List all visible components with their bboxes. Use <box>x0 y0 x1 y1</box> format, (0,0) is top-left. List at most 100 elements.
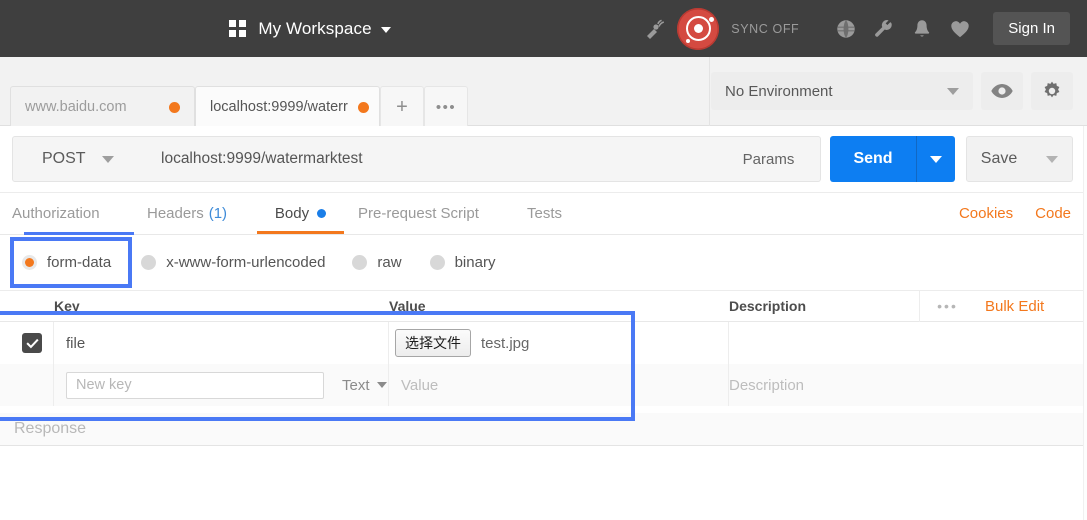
postman-app-window: My Workspace SYNC OFF Sign In www.baidu.… <box>0 0 1087 520</box>
tab-pre-request-script[interactable]: Pre-request Script <box>358 193 479 234</box>
tabstrip-divider <box>709 57 710 126</box>
value-type-label: Text <box>342 376 370 394</box>
workspace-switcher[interactable]: My Workspace <box>0 0 620 57</box>
heart-icon[interactable] <box>941 10 979 48</box>
chevron-down-icon <box>930 155 942 163</box>
form-data-table: Key Value Description ••• Bulk Edit file… <box>0 290 1087 406</box>
gear-icon <box>1044 81 1060 98</box>
body-type-x-www-form-urlencoded[interactable]: x-www-form-urlencoded <box>141 254 325 271</box>
row-checkbox-checked[interactable] <box>22 333 42 353</box>
body-type-label: binary <box>454 254 496 271</box>
response-section-header: Response <box>0 413 1087 446</box>
row-key-value: file <box>66 334 86 352</box>
send-button[interactable]: Send <box>830 136 916 182</box>
bell-icon[interactable] <box>903 10 941 48</box>
body-type-label: x-www-form-urlencoded <box>166 254 326 271</box>
send-options-button[interactable] <box>916 136 955 182</box>
body-type-options: form-data x-www-form-urlencoded raw bina… <box>0 235 1087 291</box>
row-file-value-cell: 选择文件 test.jpg <box>389 322 729 364</box>
row-key-cell[interactable]: file <box>54 322 389 364</box>
header-actions: SYNC OFF Sign In <box>637 0 1087 57</box>
row-trailing-cell <box>919 322 1087 364</box>
http-method-label: POST <box>42 150 86 167</box>
bulk-edit-link[interactable]: Bulk Edit <box>975 298 1087 315</box>
response-label: Response <box>14 420 87 437</box>
eye-icon <box>991 84 1013 98</box>
tab-body[interactable]: Body <box>257 193 344 234</box>
new-row-trailing-cell <box>919 364 1087 406</box>
column-header-key: Key <box>54 298 80 314</box>
http-method-select[interactable]: POST <box>12 136 142 182</box>
caret-down-icon <box>380 26 391 33</box>
save-button[interactable]: Save <box>966 136 1032 182</box>
column-header-description: Description <box>729 298 807 314</box>
chevron-down-icon <box>1045 155 1058 163</box>
workspace-title: My Workspace <box>258 18 372 38</box>
active-tab-underline <box>257 231 344 234</box>
new-row-value-cell[interactable]: Value <box>389 364 729 406</box>
new-row-description-cell[interactable]: Description <box>729 364 919 406</box>
open-request-tabs: www.baidu.com localhost:9999/waterr + ••… <box>10 57 468 127</box>
body-type-raw[interactable]: raw <box>352 254 402 271</box>
unsaved-indicator-dot <box>357 101 369 113</box>
request-tab-strip: www.baidu.com localhost:9999/waterr + ••… <box>0 57 1087 127</box>
postman-logo-icon[interactable] <box>677 7 720 50</box>
radio-unselected-icon <box>352 255 368 270</box>
body-type-form-data[interactable]: form-data <box>22 254 111 271</box>
environment-select[interactable]: No Environment <box>711 72 973 110</box>
new-row-checkbox-cell <box>0 364 54 406</box>
tab-label: Pre-request Script <box>358 205 479 222</box>
new-tab-button[interactable]: + <box>380 86 424 127</box>
request-tab-label: www.baidu.com <box>25 99 127 115</box>
new-key-input[interactable]: New key <box>66 371 324 399</box>
table-row: New key Text Value Description <box>0 364 1087 406</box>
tab-authorization[interactable]: Authorization <box>12 193 134 235</box>
row-enabled-cell <box>0 322 54 364</box>
request-url-value: localhost:9999/watermarktest <box>161 150 363 167</box>
headers-count-badge: (1) <box>208 205 228 222</box>
tab-headers[interactable]: Headers (1) <box>147 193 227 234</box>
save-options-button[interactable] <box>1031 136 1073 182</box>
body-modified-dot <box>317 209 327 218</box>
value-type-select[interactable]: Text <box>342 377 387 394</box>
vertical-scrollbar[interactable] <box>1083 126 1087 520</box>
environment-controls: No Environment <box>711 72 1073 110</box>
tab-label: Body <box>274 205 310 222</box>
wrench-icon[interactable] <box>865 10 903 48</box>
response-body-area <box>0 446 1087 520</box>
request-section-tabs: Authorization Headers (1) Body Pre-reque… <box>0 193 1087 235</box>
row-description-cell[interactable] <box>729 322 919 364</box>
body-type-label: raw <box>377 254 402 271</box>
globe-icon[interactable] <box>827 10 865 48</box>
request-url-bar: POST localhost:9999/watermarktest Params… <box>0 126 1087 193</box>
app-header-bar: My Workspace SYNC OFF Sign In <box>0 0 1087 57</box>
choose-file-button[interactable]: 选择文件 <box>395 329 471 357</box>
code-link[interactable]: Code <box>1035 205 1071 222</box>
more-tabs-button[interactable]: ••• <box>424 86 468 127</box>
tab-label: Headers <box>147 205 204 222</box>
request-tab-baidu[interactable]: www.baidu.com <box>10 86 195 127</box>
sign-in-button[interactable]: Sign In <box>993 12 1070 45</box>
body-type-binary[interactable]: binary <box>429 254 496 271</box>
satellite-dish-icon[interactable] <box>637 10 675 48</box>
new-row-key-cell[interactable]: New key Text <box>54 364 389 406</box>
body-type-label: form-data <box>47 254 112 271</box>
unsaved-indicator-dot <box>169 101 180 113</box>
new-value-placeholder: Value <box>401 376 439 394</box>
params-button[interactable]: Params <box>717 136 821 182</box>
tab-tests[interactable]: Tests <box>527 193 562 234</box>
request-utility-links: Cookies Code <box>959 193 1071 234</box>
chevron-down-icon <box>947 87 959 95</box>
table-header-row: Key Value Description ••• Bulk Edit <box>0 290 1087 322</box>
settings-gear-button[interactable] <box>1031 72 1073 110</box>
tab-label: Tests <box>527 205 563 222</box>
environment-quick-look-button[interactable] <box>981 72 1023 110</box>
cookies-link[interactable]: Cookies <box>959 205 1013 222</box>
request-tab-label: localhost:9999/waterr <box>210 99 348 115</box>
table-options-button[interactable]: ••• <box>919 290 975 322</box>
sync-status-label: SYNC OFF <box>731 21 800 36</box>
request-tab-watermarktest[interactable]: localhost:9999/waterr <box>195 86 380 127</box>
column-header-value: Value <box>389 298 426 314</box>
radio-unselected-icon <box>429 255 445 270</box>
request-url-input[interactable]: localhost:9999/watermarktest <box>141 136 718 182</box>
